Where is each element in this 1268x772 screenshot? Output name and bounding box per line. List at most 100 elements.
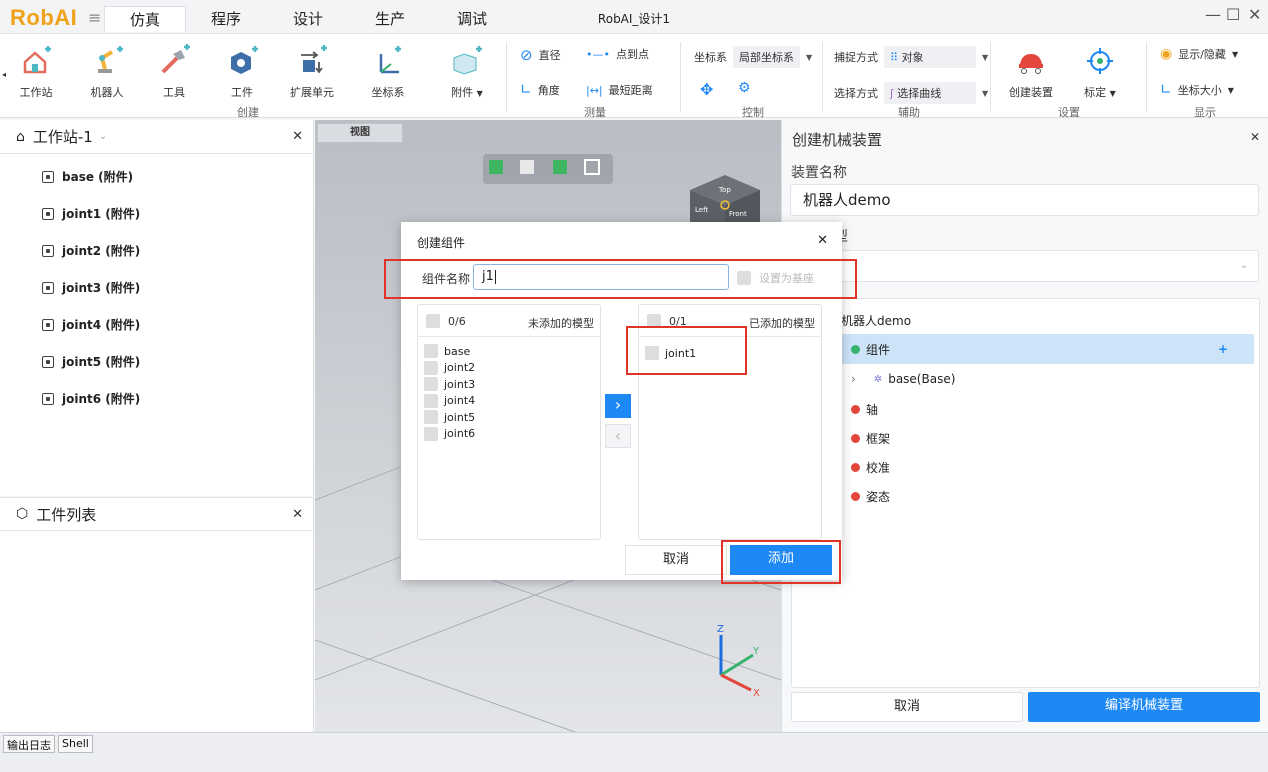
tree-item-joint6[interactable]: joint6 (附件) <box>0 380 313 417</box>
axis-z-label: Z <box>717 624 724 635</box>
capture-dropdown-icon: ▼ <box>982 52 989 62</box>
coordinate-system-button[interactable]: 坐标系 <box>364 44 412 100</box>
tree-node-pose[interactable]: 姿态 <box>792 481 1261 511</box>
tree-node-base[interactable]: › ✲ base(Base) <box>792 364 1261 394</box>
station-panel-close-icon[interactable]: ✕ <box>292 129 303 144</box>
workpiece-title: 工件列表 <box>36 505 97 524</box>
device-type-select[interactable]: \⌄ <box>790 250 1259 282</box>
list-item[interactable]: joint1 <box>645 345 821 362</box>
jog-robot-icon[interactable]: ⚙ <box>738 80 751 96</box>
workpiece-label: 工件 <box>231 86 253 99</box>
text-caret <box>494 269 496 284</box>
workpiece-panel-close-icon[interactable]: ✕ <box>292 507 303 522</box>
tab-output-log[interactable]: 输出日志 <box>3 735 55 753</box>
unadded-title: 未添加的模型 <box>528 317 594 330</box>
dialog-close-icon[interactable]: ✕ <box>817 233 828 248</box>
close-window-icon[interactable]: ✕ <box>1248 5 1261 24</box>
robot-button[interactable]: 机器人 <box>82 44 132 100</box>
tab-simulation[interactable]: 仿真 <box>104 6 186 32</box>
tree-node-calibration[interactable]: 校准 <box>792 452 1261 482</box>
tree-node-axis[interactable]: 轴 <box>792 394 1261 424</box>
coord-size-label: 坐标大小 <box>1177 84 1222 97</box>
ribbon-collapse-icon[interactable]: ◂ <box>2 70 6 79</box>
tab-production[interactable]: 生产 <box>360 8 420 34</box>
tree-item-joint1[interactable]: joint1 (附件) <box>0 195 313 232</box>
device-name-input[interactable]: 机器人demo <box>790 184 1259 216</box>
view-cube-front-label: Front <box>729 210 747 218</box>
view-shaded-icon[interactable] <box>553 160 567 174</box>
tree-root[interactable]: 机器人demo <box>792 305 1261 335</box>
min-distance-button[interactable]: |↔| 最短距离 <box>586 82 653 98</box>
coord-system-label: 坐标系 <box>694 51 727 64</box>
tree-item-base[interactable]: base (附件) <box>0 158 313 195</box>
ribbon-separator <box>1146 42 1147 112</box>
attachment-button[interactable]: 附件 ▼ <box>438 44 496 100</box>
workstation-label: 工作站 <box>19 86 53 99</box>
expand-chevron-icon[interactable]: › <box>851 372 856 386</box>
tree-item-joint4[interactable]: joint4 (附件) <box>0 306 313 343</box>
station-dropdown-icon[interactable]: ⌄ <box>99 131 107 142</box>
coordinate-system-label: 坐标系 <box>371 86 405 99</box>
tab-debug[interactable]: 调试 <box>442 8 502 34</box>
select-mode-select[interactable]: 选择方式 ʃ 选择曲线 ▼ <box>834 82 988 104</box>
view-iso-icon[interactable] <box>520 160 534 174</box>
list-item[interactable]: joint5 <box>424 409 600 426</box>
chevron-right-icon: › <box>614 395 622 414</box>
create-device-panel: 创建机械装置 ✕ 装置名称 机器人demo 型 \⌄ 机器人demo 组件 + … <box>781 120 1268 732</box>
workpiece-button[interactable]: 工件 <box>220 44 264 100</box>
show-hide-button[interactable]: ◉ 显示/隐藏 ▼ <box>1160 46 1238 62</box>
station-panel: ⌂ 工作站-1 ⌄ ✕ base (附件) joint1 (附件) joint2… <box>0 120 314 496</box>
list-item[interactable]: joint3 <box>424 376 600 393</box>
component-name-input[interactable]: j1 <box>473 264 729 290</box>
station-title[interactable]: 工作站-1 <box>33 126 93 147</box>
diameter-button[interactable]: ⊘ 直径 <box>520 46 561 64</box>
add-component-icon[interactable]: + <box>1218 342 1228 356</box>
angle-button[interactable]: ∟ 角度 <box>520 82 560 98</box>
list-item[interactable]: joint4 <box>424 393 600 410</box>
point-to-point-button[interactable]: •—• 点到点 <box>586 46 649 62</box>
move-left-button[interactable]: ‹ <box>605 424 631 448</box>
attachment-node-icon <box>42 207 54 220</box>
move-icon[interactable]: ✥ <box>700 80 713 99</box>
workstation-button[interactable]: 工作站 <box>14 44 58 100</box>
tree-item-joint5[interactable]: joint5 (附件) <box>0 343 313 380</box>
move-right-button[interactable]: › <box>605 394 631 418</box>
unadded-models-list: 0/6 未添加的模型 base joint2 joint3 joint4 joi… <box>417 304 601 540</box>
extension-unit-button[interactable]: 扩展单元 <box>286 44 338 100</box>
set-as-base-checkbox[interactable]: 设置为基座 <box>737 270 814 286</box>
list-item[interactable]: joint2 <box>424 360 600 377</box>
calibrate-button[interactable]: 标定 ▼ <box>1070 44 1130 100</box>
tab-program[interactable]: 程序 <box>196 8 256 34</box>
view-solid-icon[interactable] <box>489 160 503 174</box>
list-item[interactable]: joint6 <box>424 426 600 443</box>
select-all-added-checkbox[interactable] <box>647 314 661 328</box>
robot-icon <box>98 46 123 73</box>
cancel-device-button[interactable]: 取消 <box>791 692 1023 722</box>
tree-item-joint3[interactable]: joint3 (附件) <box>0 269 313 306</box>
attachment-node-icon <box>42 170 54 183</box>
dialog-cancel-button[interactable]: 取消 <box>625 545 727 575</box>
capture-mode-select[interactable]: 捕捉方式 ⠿ 对象 ▼ <box>834 46 988 68</box>
tree-node-frame[interactable]: 框架 <box>792 423 1261 453</box>
calibrate-dropdown-icon[interactable]: ▼ <box>1110 89 1116 98</box>
create-device-button[interactable]: 创建装置 <box>1004 44 1058 100</box>
tree-item-joint2[interactable]: joint2 (附件) <box>0 232 313 269</box>
tool-button[interactable]: 工具 <box>152 44 196 100</box>
right-panel-close-icon[interactable]: ✕ <box>1250 130 1260 144</box>
coord-system-select[interactable]: 坐标系 局部坐标系 ▼ <box>694 46 812 68</box>
tree-node-component[interactable]: 组件 + <box>841 334 1254 364</box>
coord-size-button[interactable]: ∟ 坐标大小 ▼ <box>1160 82 1234 98</box>
tab-shell[interactable]: Shell <box>58 735 93 753</box>
list-item[interactable]: base <box>424 343 600 360</box>
compile-device-button[interactable]: 编译机械装置 <box>1028 692 1260 722</box>
added-items: joint1 <box>639 337 821 362</box>
dialog-add-button[interactable]: 添加 <box>730 545 832 575</box>
menu-toggle-icon[interactable]: ≡ <box>88 8 101 27</box>
tool-icon <box>161 44 190 74</box>
select-all-unadded-checkbox[interactable] <box>426 314 440 328</box>
tab-design[interactable]: 设计 <box>278 8 338 34</box>
attachment-dropdown-icon[interactable]: ▼ <box>477 89 483 98</box>
minimize-icon[interactable]: — <box>1205 5 1221 24</box>
maximize-icon[interactable]: ☐ <box>1226 5 1240 24</box>
coord-dropdown-icon: ▼ <box>806 52 813 62</box>
